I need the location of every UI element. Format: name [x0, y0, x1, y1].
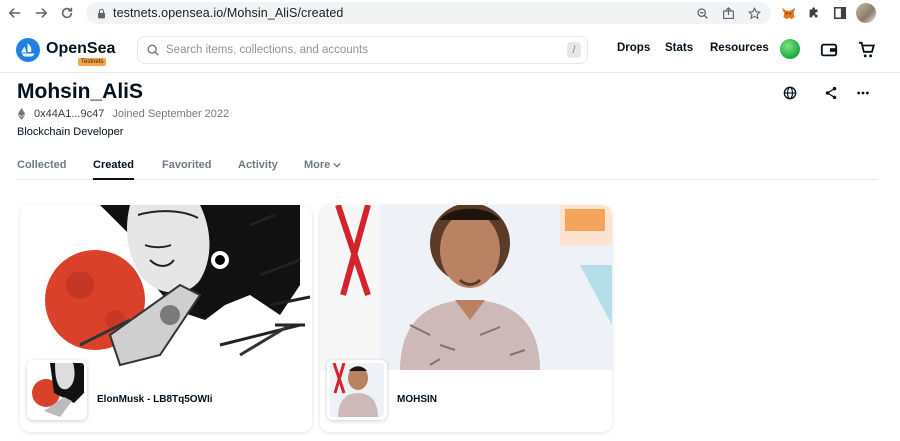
tab-activity[interactable]: Activity — [238, 159, 278, 171]
bookmark-star-icon[interactable] — [745, 4, 763, 22]
nft-image[interactable] — [320, 205, 612, 370]
nav-drops[interactable]: Drops — [617, 42, 650, 54]
nav-resources[interactable]: Resources — [710, 42, 769, 54]
forward-icon[interactable] — [30, 2, 52, 24]
reload-icon[interactable] — [56, 2, 78, 24]
share-icon[interactable] — [822, 84, 840, 102]
zoom-icon[interactable] — [693, 4, 711, 22]
card-footer: ElonMusk - LB8Tq5OWIi — [20, 360, 312, 432]
back-icon[interactable] — [4, 2, 26, 24]
nft-artwork-elon — [20, 205, 312, 370]
site-header: OpenSea Testnets / Drops Stats Resources — [0, 27, 900, 73]
tab-favorited[interactable]: Favorited — [162, 159, 212, 171]
cart-icon[interactable] — [856, 39, 878, 61]
profile-bio: Blockchain Developer — [17, 126, 124, 138]
testnets-badge: Testnets — [78, 58, 107, 66]
search-bar[interactable]: / — [137, 36, 588, 64]
tab-collected[interactable]: Collected — [17, 159, 67, 171]
url-text[interactable]: testnets.opensea.io/Mohsin_AliS/created — [113, 6, 343, 20]
search-shortcut-key: / — [567, 42, 581, 58]
joined-date: Joined September 2022 — [112, 108, 230, 120]
profile-name: Mohsin_AliS — [17, 80, 144, 103]
nft-name[interactable]: MOHSIN — [397, 394, 437, 405]
wallet-address[interactable]: 0x44A1...9c47 — [34, 108, 104, 120]
profile-avatar[interactable] — [856, 2, 876, 24]
extensions-puzzle-icon[interactable] — [804, 2, 824, 24]
tab-more[interactable]: More — [304, 159, 341, 171]
globe-icon[interactable] — [781, 84, 799, 102]
brand-name[interactable]: OpenSea — [46, 40, 115, 58]
nft-thumbnail[interactable] — [27, 360, 87, 420]
nft-image[interactable] — [20, 205, 312, 370]
nav-stats[interactable]: Stats — [665, 42, 693, 54]
nft-thumbnail[interactable] — [327, 360, 387, 420]
lock-icon[interactable] — [92, 4, 110, 22]
wallet-icon[interactable] — [818, 39, 840, 61]
nft-artwork-mohsin — [320, 205, 612, 370]
ethereum-icon — [17, 108, 26, 120]
card-footer: MOHSIN — [320, 360, 612, 432]
nft-card[interactable]: MOHSIN — [320, 205, 612, 432]
search-icon — [147, 44, 159, 56]
nft-name[interactable]: ElonMusk - LB8Tq5OWIi — [97, 394, 213, 405]
profile-tabs: Collected Created Favorited Activity Mor… — [17, 152, 878, 180]
share-page-icon[interactable] — [719, 4, 737, 22]
nft-card[interactable]: ElonMusk - LB8Tq5OWIi — [20, 205, 312, 432]
profile-meta: 0x44A1...9c47 Joined September 2022 — [17, 108, 229, 120]
tab-created[interactable]: Created — [93, 159, 134, 180]
browser-toolbar: testnets.opensea.io/Mohsin_AliS/created — [0, 0, 900, 26]
side-panel-icon[interactable] — [830, 2, 850, 24]
tab-more-label: More — [304, 159, 331, 171]
opensea-logo-icon[interactable] — [16, 38, 40, 62]
metamask-extension-icon[interactable] — [778, 2, 798, 24]
address-bar[interactable]: testnets.opensea.io/Mohsin_AliS/created — [86, 2, 771, 24]
more-options-icon[interactable] — [854, 84, 872, 102]
chevron-down-icon — [333, 162, 341, 168]
search-input[interactable] — [166, 44, 566, 56]
account-avatar[interactable] — [780, 39, 800, 59]
